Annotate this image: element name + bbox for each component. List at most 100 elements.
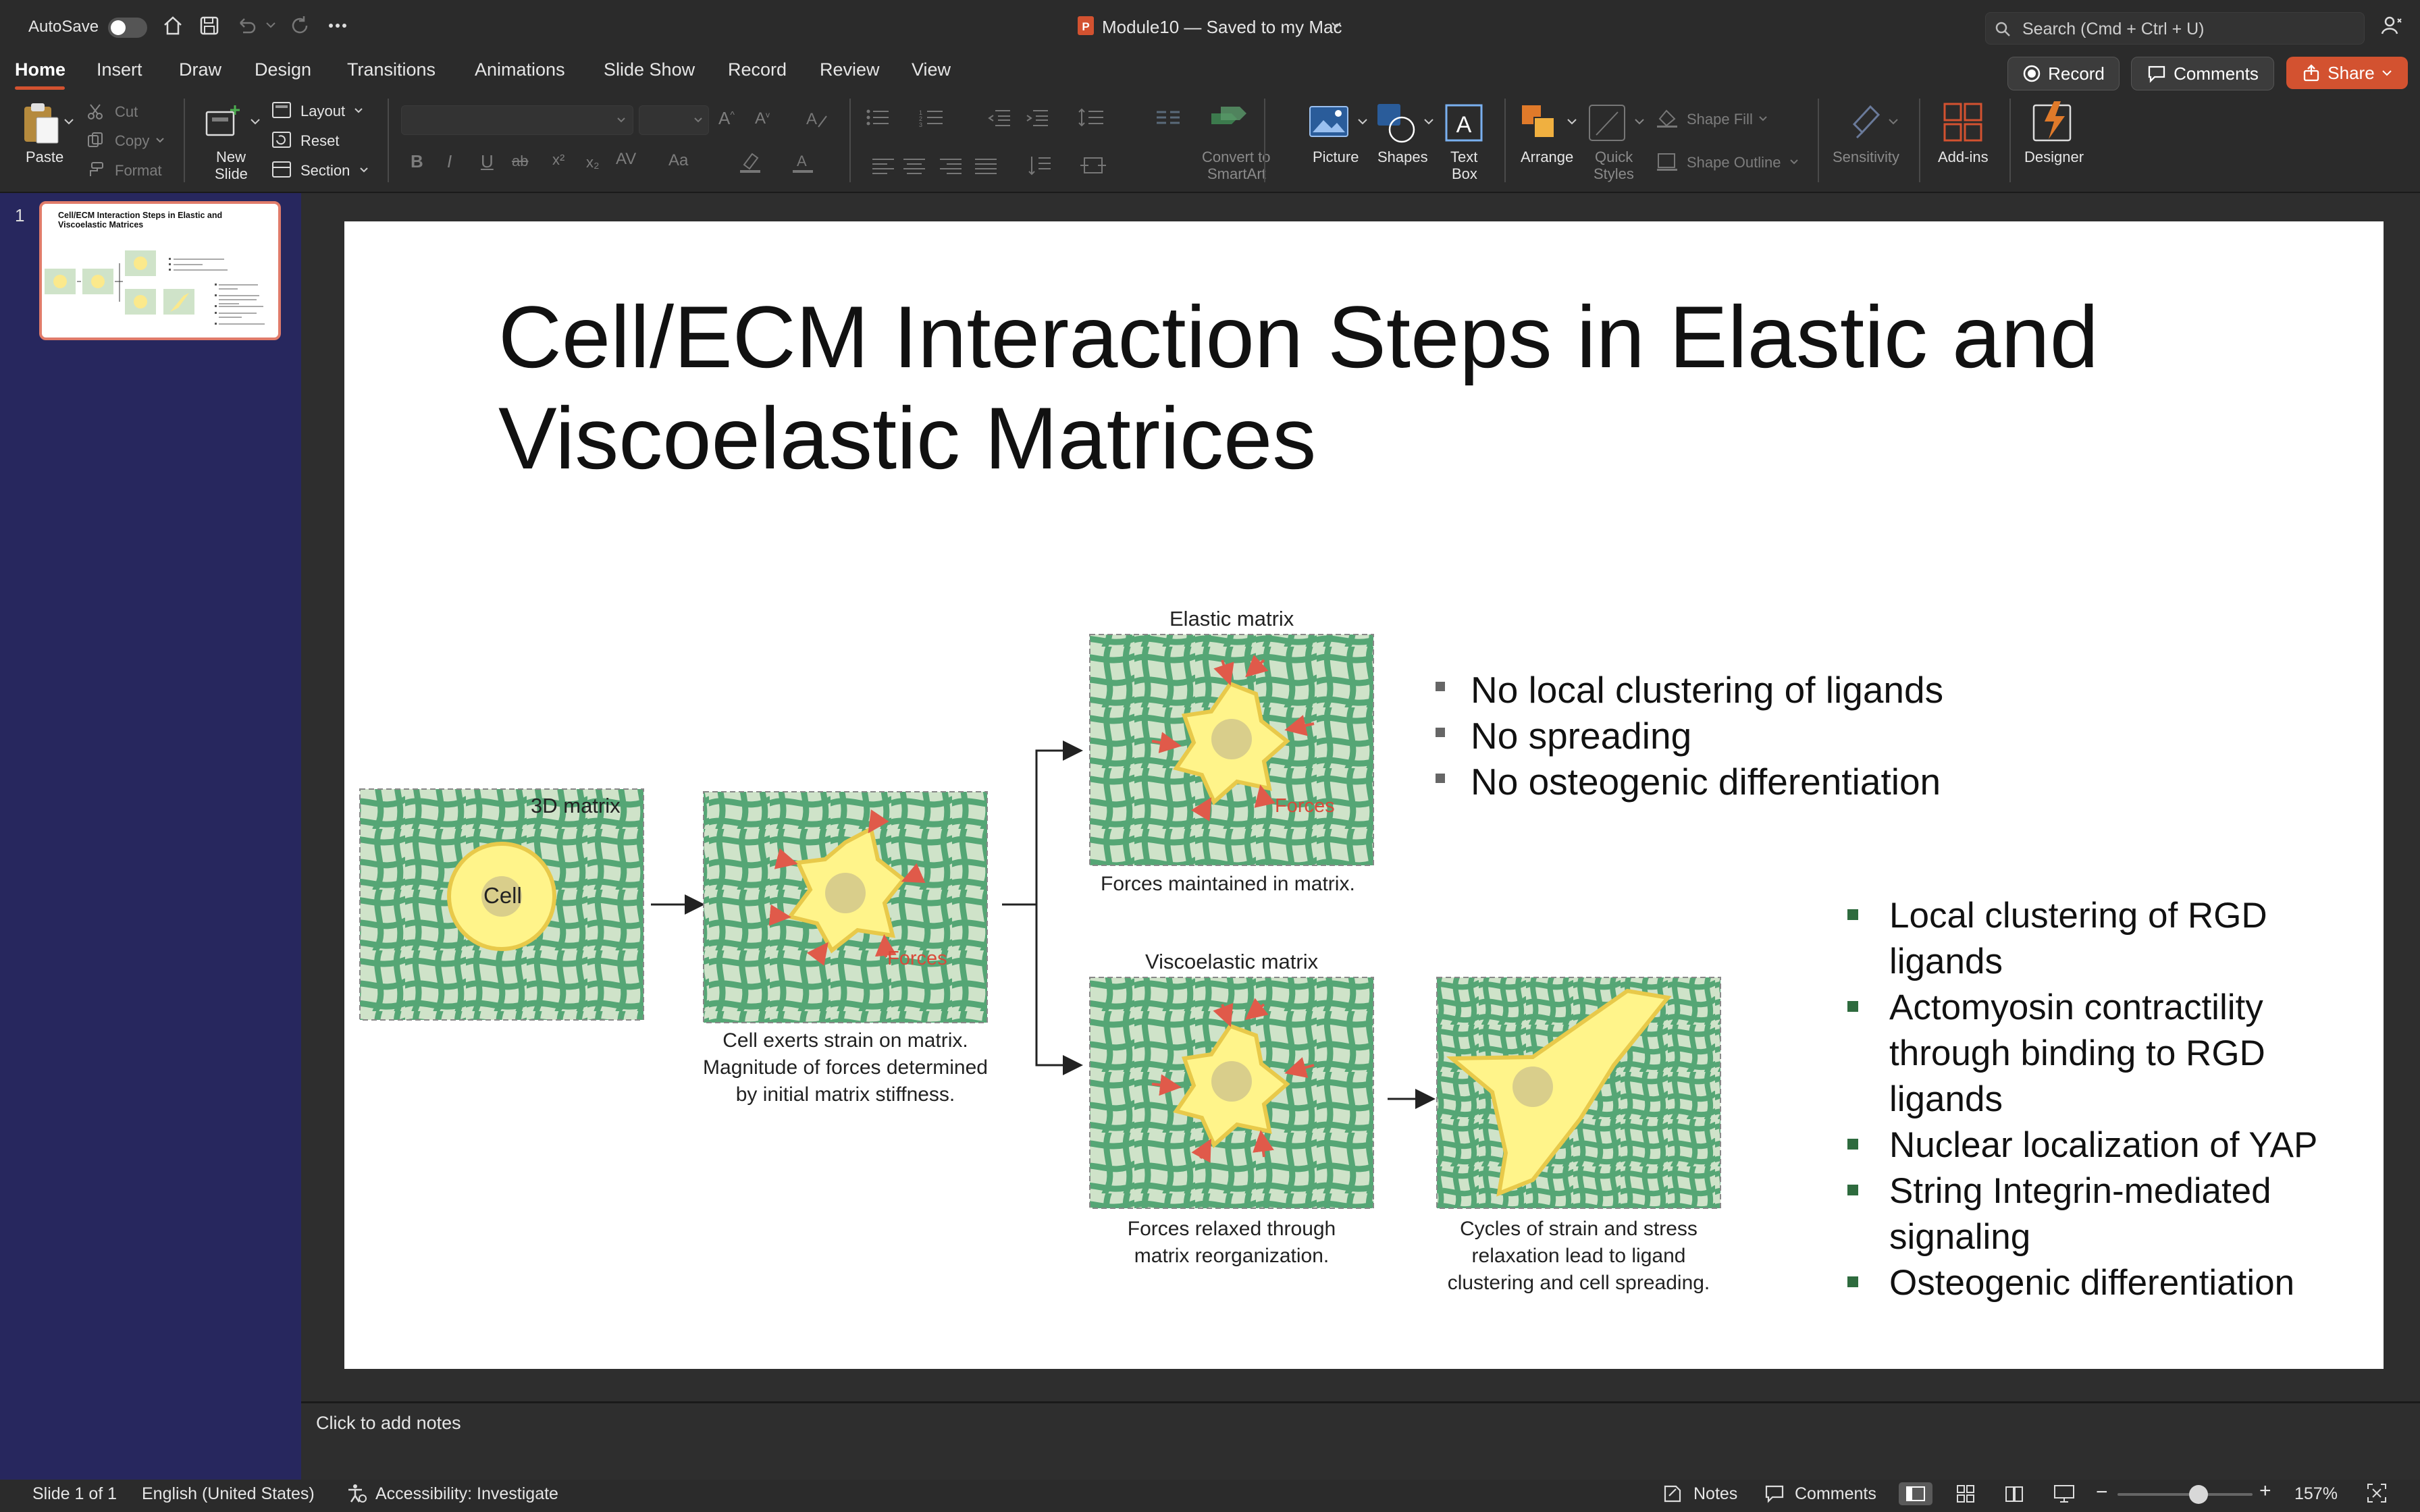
slide-show-icon[interactable] [2053,1484,2076,1504]
picture-label[interactable]: Picture [1313,148,1359,165]
shape-outline-label[interactable]: Shape Outline [1687,154,1781,171]
tab-insert[interactable]: Insert [97,59,142,80]
quick-styles-label-1[interactable]: Quick [1595,148,1633,165]
save-icon[interactable] [197,14,221,38]
tab-view[interactable]: View [912,59,951,80]
new-slide-dropdown-icon[interactable] [250,117,261,126]
viscoelastic-bullet-list[interactable]: Local clustering of RGD ligands Actomyosi… [1837,893,2377,1325]
copy-icon[interactable] [86,131,104,148]
numbering-icon[interactable]: 123 [918,107,945,128]
align-left-icon[interactable] [871,157,895,176]
zoom-slider-thumb[interactable] [2189,1485,2208,1504]
shapes-icon[interactable] [1375,101,1418,144]
account-icon[interactable] [2379,14,2404,38]
justify-icon[interactable] [974,157,998,176]
arrange-icon[interactable] [1519,103,1561,144]
home-icon[interactable] [161,14,185,38]
layout-label[interactable]: Layout [300,103,345,120]
increase-indent-icon[interactable] [1025,107,1049,128]
reset-label[interactable]: Reset [300,132,339,150]
autosave-toggle[interactable] [108,18,147,38]
tab-draw[interactable]: Draw [179,59,221,80]
tab-design[interactable]: Design [255,59,311,80]
align-text-icon[interactable] [1079,154,1106,177]
bullets-icon[interactable] [864,107,891,128]
sensitivity-dropdown-icon[interactable] [1888,117,1899,126]
tab-review[interactable]: Review [820,59,880,80]
smartart-icon[interactable] [1209,104,1249,134]
add-ins-label[interactable]: Add-ins [1938,148,1989,165]
zoom-level[interactable]: 157% [2294,1484,2338,1504]
new-slide-label-2[interactable]: Slide [215,165,248,182]
arrange-dropdown-icon[interactable] [1567,117,1577,126]
quick-styles-label-2[interactable]: Styles [1594,165,1634,182]
increase-font-size-icon[interactable]: A^ [718,108,735,129]
title-chevron-down-icon[interactable] [1330,20,1342,30]
cut-label[interactable]: Cut [115,103,138,121]
format-label[interactable]: Format [115,162,162,180]
text-direction-icon[interactable] [1026,154,1053,177]
sensitivity-icon[interactable] [1847,101,1885,143]
paste-icon[interactable] [19,101,62,146]
accessibility-status[interactable]: Accessibility: Investigate [375,1484,558,1504]
search-box[interactable]: Search (Cmd + Ctrl + U) [1985,12,2365,45]
underline-button[interactable]: U [481,151,494,172]
notes-placeholder[interactable]: Click to add notes [316,1413,461,1434]
document-title[interactable]: Module10 — Saved to my Mac [1102,17,1342,38]
shape-fill-dropdown-icon[interactable] [1758,115,1768,122]
notes-button[interactable]: Notes [1693,1484,1737,1504]
zoom-slider[interactable] [2118,1485,2253,1504]
picture-dropdown-icon[interactable] [1357,117,1368,126]
bold-button[interactable]: B [411,151,423,172]
designer-icon[interactable] [2031,100,2077,144]
shape-fill-icon[interactable] [1656,108,1679,128]
notes-pane[interactable]: Click to add notes [301,1401,2420,1482]
redo-icon[interactable] [288,14,312,38]
quick-styles-dropdown-icon[interactable] [1634,117,1645,126]
align-right-icon[interactable] [939,157,963,176]
shapes-label[interactable]: Shapes [1377,148,1428,165]
new-slide-icon[interactable] [203,103,243,143]
elastic-bullet-list[interactable]: No local clustering of ligands No spread… [1425,667,2032,815]
share-button[interactable]: Share [2286,57,2408,89]
font-size-dropdown[interactable] [639,105,709,135]
decrease-indent-icon[interactable] [987,107,1011,128]
convert-smartart-label-2[interactable]: SmartArt [1207,165,1266,182]
undo-icon[interactable] [234,14,258,38]
slide[interactable]: Cell/ECM Interaction Steps in Elastic an… [344,221,2384,1369]
reading-view-icon[interactable] [2004,1484,2024,1504]
strikethrough-button[interactable]: ab [512,153,528,170]
tab-animations[interactable]: Animations [475,59,565,80]
designer-label[interactable]: Designer [2024,148,2084,165]
italic-button[interactable]: I [447,151,452,172]
change-case-icon[interactable]: Aa [668,151,688,170]
zoom-out-button[interactable]: − [2096,1481,2108,1504]
align-center-icon[interactable] [902,157,926,176]
shape-fill-label[interactable]: Shape Fill [1687,111,1753,128]
paste-label[interactable]: Paste [26,148,63,165]
shapes-dropdown-icon[interactable] [1423,117,1434,126]
layout-dropdown-icon[interactable] [354,107,363,114]
font-name-dropdown[interactable] [401,105,633,135]
tab-transitions[interactable]: Transitions [347,59,436,80]
decrease-font-size-icon[interactable]: Av [755,109,770,128]
add-ins-icon[interactable] [1942,101,1984,144]
cut-icon[interactable] [86,103,104,120]
copy-label[interactable]: Copy [115,132,149,150]
comments-status-icon[interactable] [1764,1484,1785,1504]
convert-smartart-label-1[interactable]: Convert to [1202,148,1271,165]
accessibility-icon[interactable] [346,1482,367,1504]
record-button[interactable]: Record [2007,57,2120,90]
fit-to-window-icon[interactable] [2366,1482,2388,1504]
columns-icon[interactable] [1155,107,1182,128]
subscript-icon[interactable]: x₂ [586,154,600,171]
font-color-icon[interactable]: A [791,150,816,174]
search-input[interactable]: Search (Cmd + Ctrl + U) [2022,20,2205,39]
slide-thumbnail[interactable]: Cell/ECM Interaction Steps in Elastic an… [39,201,281,340]
tab-record[interactable]: Record [728,59,787,80]
comments-status-button[interactable]: Comments [1795,1484,1876,1504]
copy-dropdown-icon[interactable] [155,137,165,144]
format-painter-icon[interactable] [86,161,104,178]
quick-styles-icon[interactable] [1587,103,1629,144]
reset-icon[interactable] [271,131,292,148]
